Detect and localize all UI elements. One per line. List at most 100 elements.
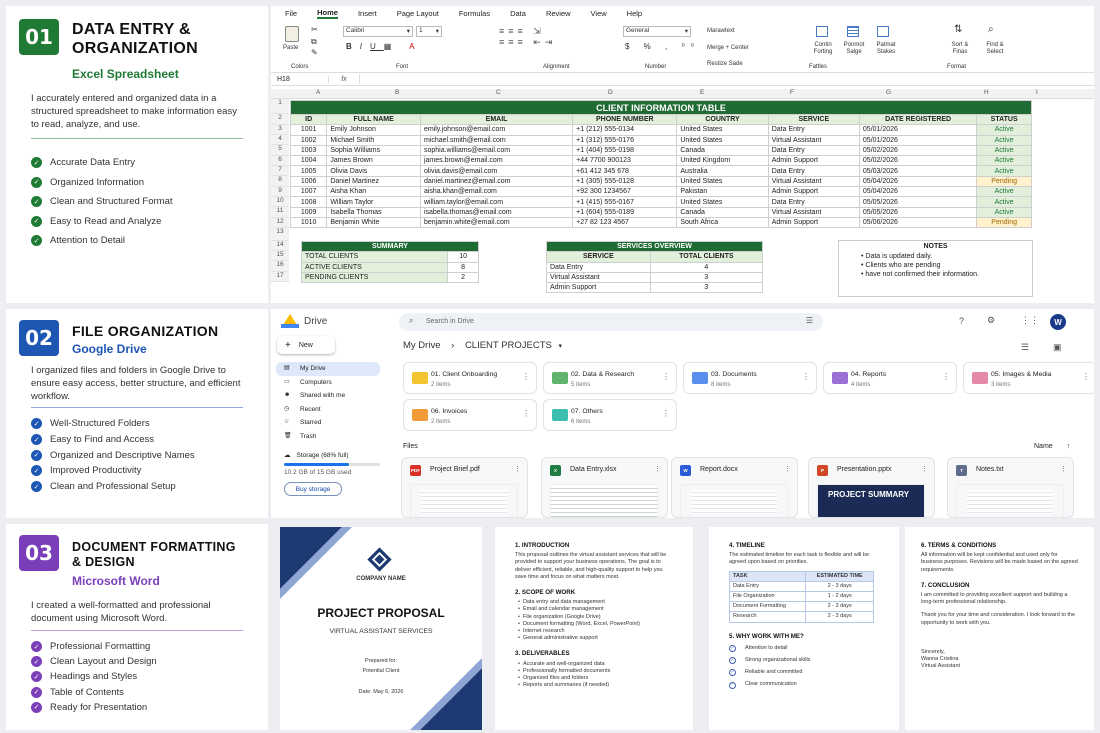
conditional-formatting-button[interactable]: Contin Forting <box>808 42 838 56</box>
menu-review[interactable]: Review <box>546 9 571 18</box>
more-options-icon[interactable]: ⋮ <box>654 465 661 473</box>
column-header[interactable]: I <box>1036 89 1038 96</box>
format-table-icon[interactable] <box>847 26 859 37</box>
table-cell[interactable]: 1001 <box>289 124 328 136</box>
summary-label[interactable]: PENDING CLIENTS <box>300 271 449 284</box>
table-cell[interactable]: United States <box>676 124 769 136</box>
column-header[interactable]: D <box>608 89 613 96</box>
more-options-icon[interactable]: ⋮ <box>522 372 530 381</box>
row-header[interactable]: 9 <box>271 187 289 197</box>
table-cell[interactable]: South Africa <box>676 216 769 229</box>
service-count[interactable]: 4 <box>649 261 764 273</box>
menu-data[interactable]: Data <box>510 9 526 18</box>
chevron-down-icon[interactable]: ▾ <box>559 343 563 350</box>
fx-icon[interactable]: fx <box>329 76 359 83</box>
table-cell[interactable]: +61 412 345 678 <box>572 165 678 177</box>
folder-item[interactable]: 02. Data & Research 5 items ⋮ <box>543 362 677 394</box>
format-painter-icon[interactable]: ✎ <box>311 48 318 57</box>
service-name[interactable]: Data Entry <box>546 261 651 273</box>
table-cell[interactable]: aisha.khan@email.com <box>419 186 574 198</box>
breadcrumb-client-projects[interactable]: CLIENT PROJECTS <box>465 340 552 351</box>
column-header[interactable]: H <box>984 89 989 96</box>
table-cell[interactable]: benjamin.white@email.com <box>419 216 574 229</box>
more-options-icon[interactable]: ⋮ <box>921 465 928 473</box>
column-header[interactable]: C <box>496 89 501 96</box>
menu-help[interactable]: Help <box>627 9 642 18</box>
table-cell[interactable]: Data Entry <box>767 124 860 136</box>
sidebar-item-computers[interactable]: ▭ Computers <box>276 376 380 390</box>
table-cell[interactable]: Canada <box>676 144 769 157</box>
more-options-icon[interactable]: ⋮ <box>1060 465 1067 473</box>
sidebar-item-shared[interactable]: ☻ Shared with me <box>276 389 380 403</box>
row-header[interactable]: 8 <box>271 176 289 187</box>
table-cell[interactable]: Daniel Martinez <box>326 175 421 188</box>
table-cell[interactable]: 1006 <box>289 175 328 188</box>
status-cell[interactable]: Pending <box>976 175 1032 188</box>
table-cell[interactable]: isabella.thomas@email.com <box>419 206 574 218</box>
file-item[interactable]: T Notes.txt ⋮ <box>947 457 1074 518</box>
table-cell[interactable]: +1 (604) 555-0189 <box>572 206 678 218</box>
more-options-icon[interactable]: ⋮ <box>942 372 950 381</box>
table-cell[interactable]: +1 (305) 555-0128 <box>572 175 678 188</box>
table-cell[interactable]: Pakistan <box>676 186 769 198</box>
status-cell[interactable]: Active <box>976 134 1032 146</box>
status-cell[interactable]: Active <box>976 186 1032 198</box>
table-cell[interactable]: 05/06/2026 <box>858 216 978 229</box>
table-cell[interactable]: james.brown@email.com <box>419 155 574 167</box>
new-button[interactable]: + New <box>277 336 335 354</box>
table-cell[interactable]: +44 7700 900123 <box>572 155 678 167</box>
table-cell[interactable]: 05/02/2026 <box>858 155 978 167</box>
service-count[interactable]: 3 <box>649 282 764 294</box>
folder-item[interactable]: 03. Documents 8 items ⋮ <box>683 362 817 394</box>
table-cell[interactable]: James Brown <box>326 155 421 167</box>
list-view-icon[interactable]: ☰ <box>1021 342 1029 353</box>
column-header[interactable]: G <box>886 89 891 96</box>
table-cell[interactable]: Virtual Assistant <box>767 206 860 218</box>
menu-view[interactable]: View <box>591 9 607 18</box>
row-header[interactable]: 15 <box>271 251 289 262</box>
table-cell[interactable]: Data Entry <box>767 165 860 177</box>
table-cell[interactable]: +27 82 123 4567 <box>572 216 678 229</box>
table-cell[interactable]: Canada <box>676 206 769 218</box>
find-select-button[interactable]: Find & Select <box>981 42 1009 56</box>
filter-icon[interactable]: ☰ <box>806 316 813 325</box>
table-cell[interactable]: United States <box>676 134 769 146</box>
wrap-text-button[interactable]: Marawtext <box>707 28 735 34</box>
table-cell[interactable]: Admin Support <box>767 186 860 198</box>
table-cell[interactable]: 05/02/2026 <box>858 144 978 157</box>
font-style-buttons[interactable]: BIU▦ A <box>346 42 422 51</box>
table-cell[interactable]: Isabella Thomas <box>326 206 421 218</box>
table-cell[interactable]: 1008 <box>289 196 328 208</box>
details-icon[interactable]: ▣ <box>1053 342 1062 353</box>
row-header[interactable]: 3 <box>271 125 289 135</box>
more-options-icon[interactable]: ⋮ <box>662 372 670 381</box>
row-header[interactable]: 16 <box>271 261 289 272</box>
table-cell[interactable]: 05/03/2026 <box>858 165 978 177</box>
table-cell[interactable]: 1007 <box>289 186 328 198</box>
formula-input[interactable] <box>359 74 1094 84</box>
summary-label[interactable]: ACTIVE CLIENTS <box>300 261 449 273</box>
table-cell[interactable]: Michael Smith <box>326 134 421 146</box>
merge-center-button[interactable]: Merge + Center <box>707 45 749 51</box>
number-format-select[interactable]: General ▾ <box>623 26 691 37</box>
table-cell[interactable]: +1 (415) 555-0167 <box>572 196 678 208</box>
column-header[interactable]: E <box>700 89 704 96</box>
table-cell[interactable]: William Taylor <box>326 196 421 208</box>
folder-item[interactable]: 01. Client Onboarding 2 items ⋮ <box>403 362 537 394</box>
alignment-icons[interactable]: ≡≡≡ ⇲ ≡≡≡ ⇤⇥ <box>499 26 556 48</box>
summary-value[interactable]: 8 <box>447 261 479 273</box>
file-item[interactable]: PDF Project Brief.pdf ⋮ <box>401 457 528 518</box>
name-box[interactable]: H18 <box>271 75 329 83</box>
paste-button[interactable]: Paste <box>283 45 298 51</box>
more-options-icon[interactable]: ⋮ <box>662 409 670 418</box>
sort-filter-button[interactable]: Sort & Finas <box>946 42 974 56</box>
table-cell[interactable]: Sophia Williams <box>326 144 421 157</box>
find-select-icon[interactable]: ⌕ <box>988 24 994 35</box>
cell-styles-icon[interactable] <box>877 26 889 37</box>
table-cell[interactable]: 05/05/2026 <box>858 196 978 208</box>
status-cell[interactable]: Pending <box>976 216 1032 229</box>
table-cell[interactable]: Australia <box>676 165 769 177</box>
row-header[interactable]: 11 <box>271 207 289 218</box>
table-cell[interactable]: Data Entry <box>767 196 860 208</box>
sidebar-item-my-drive[interactable]: ▤ My Drive <box>276 362 380 376</box>
